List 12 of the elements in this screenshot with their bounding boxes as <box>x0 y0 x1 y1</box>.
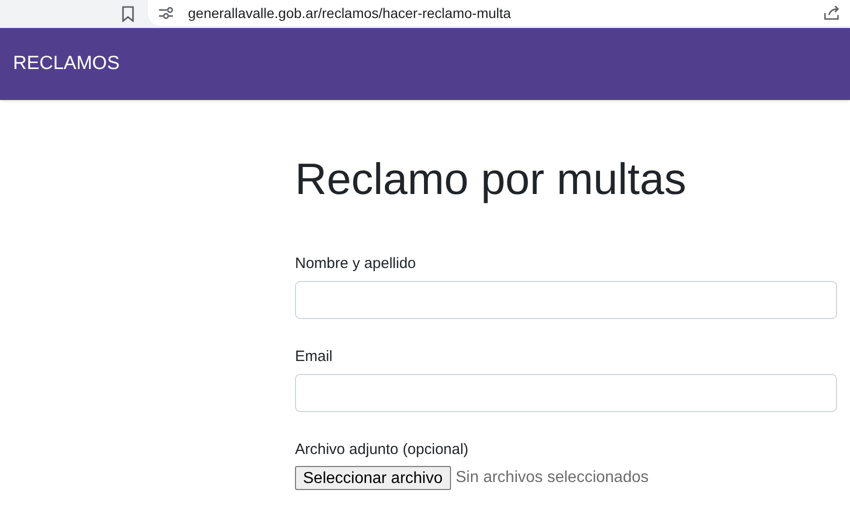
site-title[interactable]: RECLAMOS <box>13 50 120 78</box>
field-label: Email <box>295 347 334 367</box>
field-label: Archivo adjunto (opcional) <box>295 440 470 460</box>
choose-file-button[interactable]: Seleccionar archivo <box>295 466 451 490</box>
share-icon[interactable] <box>824 6 840 20</box>
input-field[interactable] <box>295 374 837 412</box>
site-settings-icon[interactable] <box>158 6 174 20</box>
bookmark-icon[interactable] <box>122 6 134 22</box>
field-label: Nombre y apellido <box>295 254 417 274</box>
file-status: Sin archivos seleccionados <box>456 468 649 488</box>
input-field[interactable] <box>295 281 837 319</box>
page-heading: Reclamo por multas <box>295 154 688 206</box>
